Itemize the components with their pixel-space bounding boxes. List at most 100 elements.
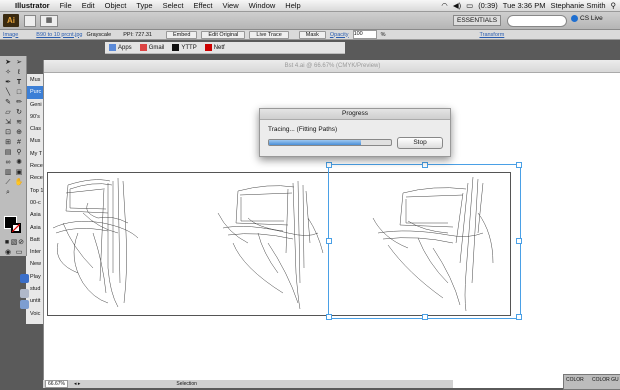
live-trace-button[interactable]: Live Trace [249, 30, 289, 39]
sidebar-item[interactable]: 00-c [26, 197, 43, 209]
paintbrush-tool-icon[interactable]: ✎ [3, 98, 13, 107]
free-transform-tool-icon[interactable]: ⊡ [3, 128, 13, 137]
opacity-field[interactable]: 100 [352, 30, 377, 39]
slice-tool-icon[interactable]: ⟋ [3, 178, 13, 187]
bookmark-netflix[interactable]: Netf [204, 43, 225, 51]
embed-button[interactable]: Embed [165, 30, 198, 39]
resize-handle[interactable] [326, 314, 332, 320]
menu-window[interactable]: Window [244, 1, 281, 10]
lasso-tool-icon[interactable]: ℓ [14, 68, 24, 77]
bookmark-apps[interactable]: Apps [109, 43, 132, 51]
cs-live-menu[interactable]: CS Live [580, 15, 603, 22]
eyedropper-tool-icon[interactable]: ⚲ [14, 148, 24, 157]
menu-help[interactable]: Help [280, 1, 305, 10]
zoom-field[interactable]: 66.67% [45, 380, 68, 388]
workspace-switcher[interactable]: ESSENTIALS [453, 15, 502, 26]
volume-icon[interactable]: ◀) [453, 1, 461, 10]
menu-file[interactable]: File [55, 1, 77, 10]
sidebar-item[interactable]: Mus [26, 135, 43, 147]
rotate-tool-icon[interactable]: ↻ [14, 108, 24, 117]
app-icon[interactable] [20, 300, 29, 309]
file-name-link[interactable]: B90 to 10 prcnt.jpg [36, 32, 82, 38]
progress-bar [268, 139, 392, 146]
bookmark-gmail[interactable]: Gmail [139, 43, 164, 51]
menu-edit[interactable]: Edit [77, 1, 100, 10]
resize-handle[interactable] [516, 238, 522, 244]
sidebar-item[interactable]: Purc [26, 86, 43, 99]
sidebar-item[interactable]: Mus [26, 74, 43, 86]
rectangle-tool-icon[interactable]: □ [14, 88, 24, 97]
sidebar-item[interactable]: Geni [26, 99, 43, 111]
hand-tool-icon[interactable]: ✋ [14, 178, 24, 187]
shape-builder-tool-icon[interactable]: ⊕ [14, 128, 24, 137]
edit-original-button[interactable]: Edit Original [201, 30, 246, 39]
battery-icon[interactable]: ▭ [466, 1, 473, 10]
menu-view[interactable]: View [217, 1, 243, 10]
magic-wand-tool-icon[interactable]: ✧ [3, 68, 13, 77]
transform-link[interactable]: Transform [479, 32, 504, 38]
image-link[interactable]: Image [3, 32, 18, 38]
sidebar-item[interactable]: 90's [26, 111, 43, 123]
artboard-tool-icon[interactable]: ▣ [14, 168, 24, 177]
sidebar-item[interactable]: Inter [26, 246, 43, 258]
app-icon[interactable] [20, 289, 29, 298]
resize-handle[interactable] [422, 162, 428, 168]
sidebar-item[interactable]: Clas [26, 123, 43, 135]
graph-tool-icon[interactable]: ▥ [3, 168, 13, 177]
document-title[interactable]: Bst 4.ai @ 66.67% (CMYK/Preview) [44, 60, 620, 73]
user-name[interactable]: Stephanie Smith [550, 1, 605, 10]
opacity-link[interactable]: Opacity [330, 32, 349, 38]
wifi-icon[interactable]: ◠ [441, 1, 448, 10]
menu-effect[interactable]: Effect [188, 1, 217, 10]
sidebar-item[interactable]: Asia [26, 222, 43, 234]
mask-button[interactable]: Mask [298, 30, 326, 39]
spotlight-icon[interactable]: ⚲ [611, 1, 617, 10]
tab-color-guide[interactable]: COLOR GU [592, 377, 619, 383]
scale-tool-icon[interactable]: ⇲ [3, 118, 13, 127]
symbol-sprayer-tool-icon[interactable]: ✺ [14, 158, 24, 167]
arrange-documents-icon[interactable]: ▦ [40, 15, 58, 27]
menu-select[interactable]: Select [158, 1, 189, 10]
status-text[interactable]: Selection [176, 381, 197, 387]
clock[interactable]: Tue 3:36 PM [503, 1, 546, 10]
line-tool-icon[interactable]: ╲ [3, 88, 13, 97]
sidebar-item[interactable]: Top 1 [26, 185, 43, 197]
draw-mode-icon[interactable]: ◉ [3, 248, 13, 257]
warp-tool-icon[interactable]: ≋ [14, 118, 24, 127]
selection-bounding-box[interactable] [326, 162, 522, 320]
resize-handle[interactable] [516, 314, 522, 320]
resize-handle[interactable] [422, 314, 428, 320]
sidebar-item[interactable]: My T [26, 148, 43, 160]
menu-object[interactable]: Object [100, 1, 132, 10]
resize-handle[interactable] [326, 238, 332, 244]
resize-handle[interactable] [326, 162, 332, 168]
sidebar-item[interactable]: Rece [26, 160, 43, 172]
menu-type[interactable]: Type [131, 1, 157, 10]
direct-selection-tool-icon[interactable]: ➢ [14, 58, 24, 67]
sidebar-item[interactable]: Batt [26, 234, 43, 246]
resize-handle[interactable] [516, 162, 522, 168]
artboard-nav-icon[interactable]: ◂ ▸ [74, 381, 80, 387]
menu-illustrator[interactable]: Illustrator [10, 1, 55, 10]
perspective-grid-tool-icon[interactable]: ⊞ [3, 138, 13, 147]
none-mode-icon[interactable]: ⊘ [16, 238, 26, 247]
pencil-tool-icon[interactable]: ✏ [14, 98, 24, 107]
stop-button[interactable]: Stop [397, 137, 443, 149]
gradient-tool-icon[interactable]: ▤ [3, 148, 13, 157]
bookmark-yttp[interactable]: YTTP [172, 43, 197, 51]
sidebar-item[interactable]: Asia [26, 209, 43, 221]
type-tool-icon[interactable]: T [14, 78, 24, 87]
battery-time[interactable]: (0:39) [478, 1, 498, 10]
pen-tool-icon[interactable]: ✒ [3, 78, 13, 87]
app-icon[interactable] [20, 274, 29, 283]
sidebar-item[interactable]: Rece [26, 172, 43, 184]
bridge-button[interactable] [24, 15, 36, 27]
help-search-input[interactable] [507, 15, 567, 27]
zoom-tool-icon[interactable]: ⌕ [3, 188, 13, 197]
blend-tool-icon[interactable]: ∞ [3, 158, 13, 167]
selection-tool-icon[interactable]: ➤ [3, 58, 13, 67]
tab-color[interactable]: COLOR [566, 377, 584, 383]
eraser-tool-icon[interactable]: ▱ [3, 108, 13, 117]
screen-mode-icon[interactable]: ▭ [14, 248, 24, 257]
mesh-tool-icon[interactable]: # [14, 138, 24, 147]
